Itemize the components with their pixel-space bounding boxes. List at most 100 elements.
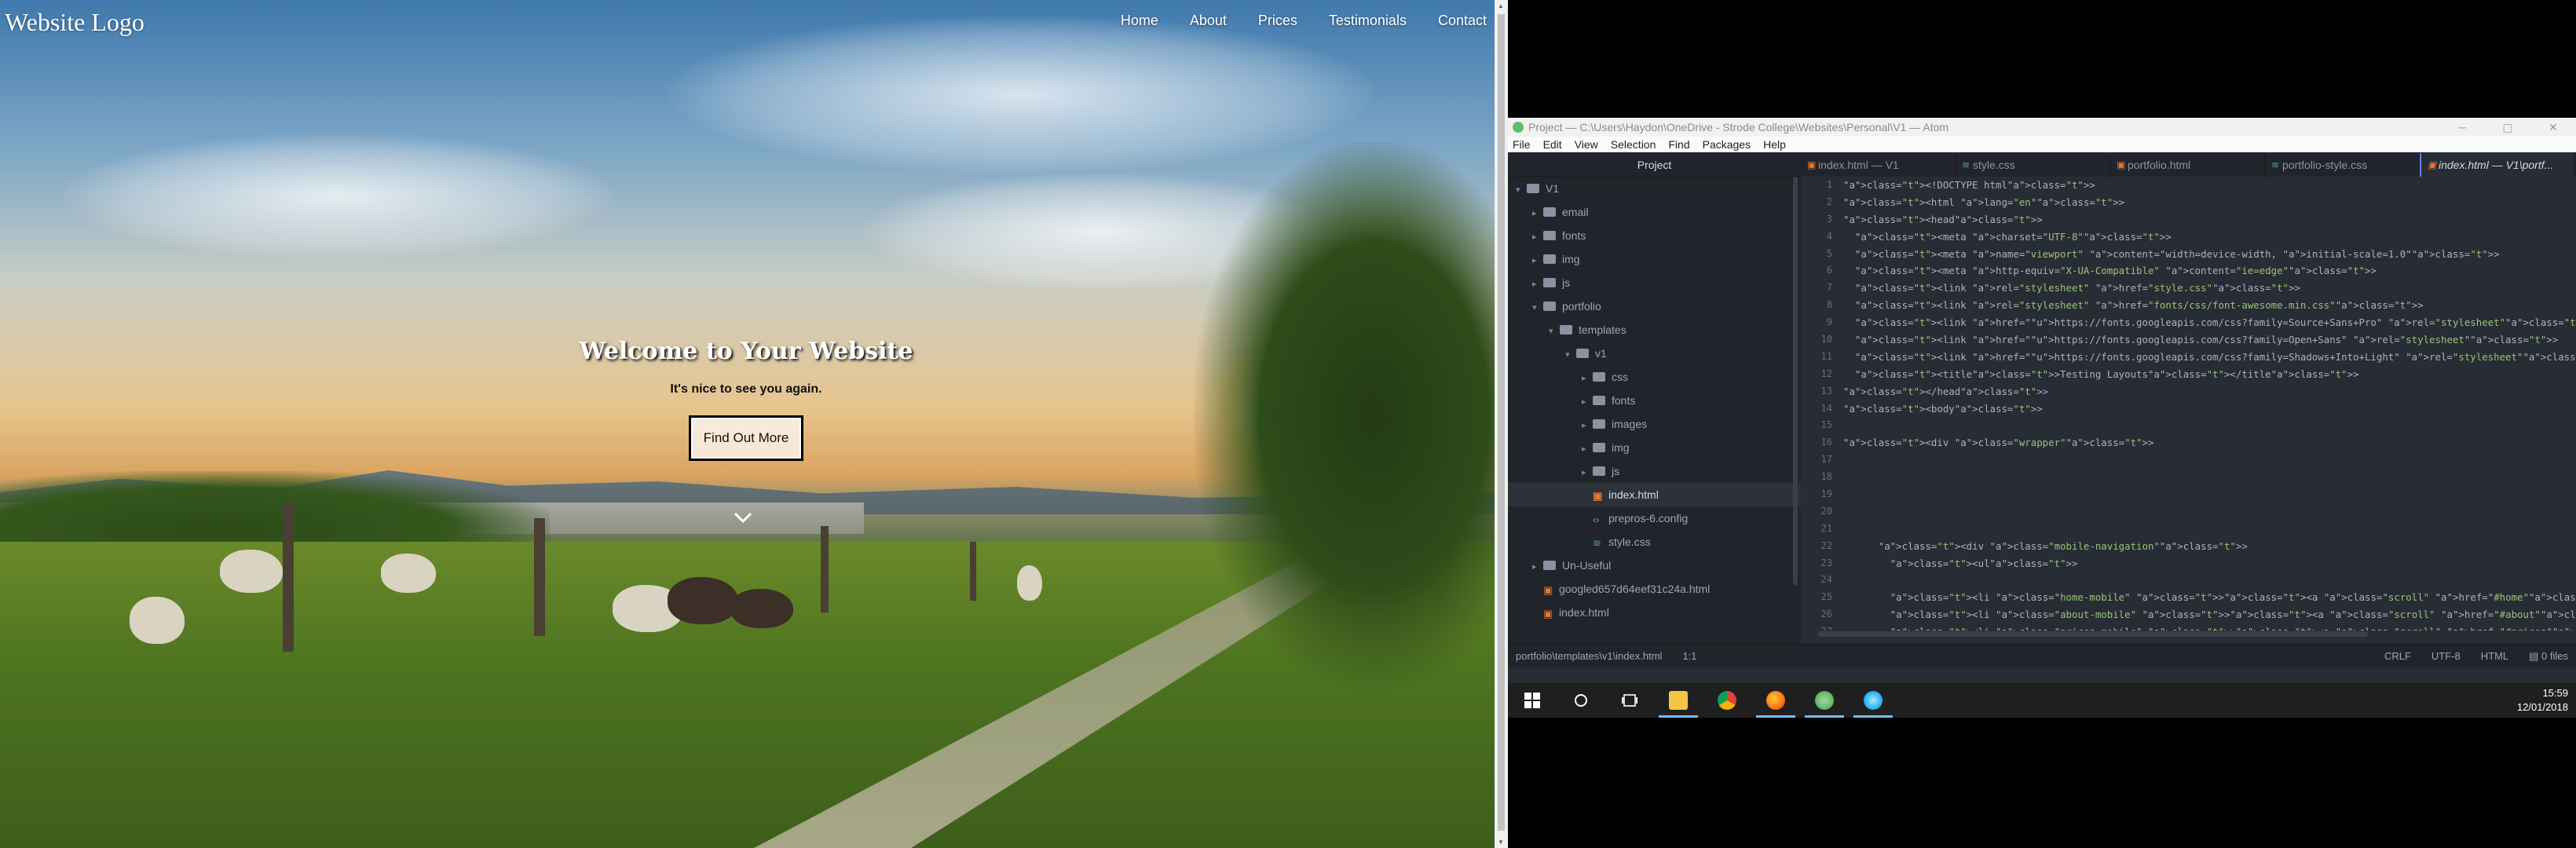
tree-item[interactable]: ▣ googled657d64eef31c24a.html bbox=[1508, 577, 1801, 601]
nav-prices[interactable]: Prices bbox=[1258, 13, 1297, 29]
taskbar-app[interactable] bbox=[1849, 683, 1897, 718]
menu-edit[interactable]: Edit bbox=[1543, 138, 1562, 151]
code-line[interactable] bbox=[1843, 521, 2574, 538]
start-button[interactable] bbox=[1508, 683, 1557, 718]
minimize-icon[interactable]: ─ bbox=[2439, 121, 2485, 134]
menu-selection[interactable]: Selection bbox=[1611, 138, 1656, 151]
code-line[interactable]: "a">class="t"><link "a">href=""u">https:… bbox=[1843, 349, 2576, 366]
chevron-right-icon[interactable]: ▸ bbox=[1582, 461, 1593, 484]
code-area[interactable]: "a">class="t"><!DOCTYPE html"a">class="t… bbox=[1843, 177, 2576, 631]
tree-item[interactable]: ▸ fonts bbox=[1508, 389, 1801, 412]
code-line[interactable]: "a">class="t"><link "a">rel="stylesheet"… bbox=[1843, 280, 2574, 297]
tree-item[interactable]: ▸ js bbox=[1508, 271, 1801, 294]
tree-header[interactable]: Project bbox=[1508, 153, 1801, 177]
tree-item[interactable]: ▾ V1 bbox=[1508, 177, 1801, 200]
status-cursor-position[interactable]: 1:1 bbox=[1682, 650, 1696, 662]
nav-contact[interactable]: Contact bbox=[1438, 13, 1487, 29]
close-icon[interactable]: ✕ bbox=[2530, 121, 2576, 134]
taskbar-atom[interactable] bbox=[1800, 683, 1849, 718]
scroll-up-icon[interactable]: ▲ bbox=[1498, 2, 1504, 9]
chevron-right-icon[interactable]: ▸ bbox=[1582, 437, 1593, 461]
code-line[interactable]: "a">class="t"><div "a">class="wrapper""a… bbox=[1843, 434, 2574, 451]
menu-find[interactable]: Find bbox=[1668, 138, 1689, 151]
website-logo[interactable]: Website Logo bbox=[5, 8, 145, 37]
tree-item[interactable]: ≋ style.css bbox=[1508, 530, 1801, 554]
code-line[interactable]: "a">class="t"><li "a">class="prices-mobi… bbox=[1843, 623, 2576, 631]
tree-item[interactable]: ▸ js bbox=[1508, 459, 1801, 483]
tab-index-v1[interactable]: ▣ index.html — V1 bbox=[1801, 153, 1956, 177]
code-line[interactable]: "a">class="t"><title"a">class="t">>Testi… bbox=[1843, 366, 2574, 383]
chevron-right-icon[interactable]: ▸ bbox=[1532, 249, 1543, 272]
task-view-button[interactable] bbox=[1605, 683, 1654, 718]
tab-index-portfolio[interactable]: ▣ index.html — V1\portf... bbox=[2420, 153, 2574, 177]
chevron-down-icon[interactable]: ▾ bbox=[1549, 320, 1560, 343]
code-line[interactable]: "a">class="t"><!DOCTYPE html"a">class="t… bbox=[1843, 177, 2574, 194]
menu-file[interactable]: File bbox=[1513, 138, 1531, 151]
code-line[interactable]: "a">class="t"><html "a">lang="en""a">cla… bbox=[1843, 194, 2574, 211]
nav-about[interactable]: About bbox=[1190, 13, 1227, 29]
code-line[interactable]: "a">class="t"><link "a">href=""u">https:… bbox=[1843, 314, 2576, 331]
tree-item[interactable]: ‹› prepros-6.config bbox=[1508, 506, 1801, 530]
code-line[interactable]: "a">class="t"><meta "a">http-equiv="X-UA… bbox=[1843, 262, 2574, 280]
tree-item[interactable]: ▸ css bbox=[1508, 365, 1801, 389]
code-line[interactable]: "a">class="t"><li "a">class="about-mobil… bbox=[1843, 606, 2576, 623]
atom-titlebar[interactable]: Project — C:\Users\Haydon\OneDrive - Str… bbox=[1508, 118, 2576, 137]
menu-help[interactable]: Help bbox=[1763, 138, 1786, 151]
code-line[interactable] bbox=[1843, 417, 2574, 434]
tree-item[interactable]: ▾ v1 bbox=[1508, 342, 1801, 365]
menu-packages[interactable]: Packages bbox=[1703, 138, 1751, 151]
website-scrollbar[interactable]: ▲ ▼ bbox=[1495, 0, 1508, 848]
taskbar-clock[interactable]: 15:59 12/01/2018 bbox=[2517, 686, 2576, 715]
code-line[interactable]: "a">class="t"><link "a">rel="stylesheet"… bbox=[1843, 297, 2574, 314]
tree-item[interactable]: ▸ Un-Useful bbox=[1508, 554, 1801, 577]
scrollbar-thumb[interactable] bbox=[1498, 14, 1505, 831]
code-line[interactable]: "a">class="t"><meta "a">name="viewport" … bbox=[1843, 246, 2574, 263]
code-line[interactable] bbox=[1843, 469, 2574, 486]
search-button[interactable] bbox=[1557, 683, 1605, 718]
code-line[interactable] bbox=[1843, 572, 2574, 589]
tree-item[interactable]: ▸ email bbox=[1508, 200, 1801, 224]
nav-testimonials[interactable]: Testimonials bbox=[1329, 13, 1407, 29]
taskbar-firefox[interactable] bbox=[1751, 683, 1800, 718]
tree-item[interactable]: ▸ fonts bbox=[1508, 224, 1801, 247]
code-line[interactable]: "a">class="t"><ul"a">class="t">> bbox=[1843, 555, 2574, 572]
tree-item[interactable]: ▸ img bbox=[1508, 436, 1801, 459]
nav-home[interactable]: Home bbox=[1121, 13, 1158, 29]
code-line[interactable]: "a">class="t"><div "a">class="mobile-nav… bbox=[1843, 538, 2574, 555]
status-files[interactable]: ▤ 0 files bbox=[2529, 650, 2568, 663]
status-encoding[interactable]: UTF-8 bbox=[2431, 650, 2461, 663]
tree-scrollbar[interactable] bbox=[1793, 177, 1798, 585]
code-line[interactable]: "a">class="t"></head"a">class="t">> bbox=[1843, 383, 2574, 400]
menu-view[interactable]: View bbox=[1575, 138, 1598, 151]
chevron-down-icon[interactable] bbox=[732, 506, 754, 528]
tree-item[interactable]: ▸ img bbox=[1508, 247, 1801, 271]
tree-item[interactable]: ▾ portfolio bbox=[1508, 294, 1801, 318]
tab-style-css[interactable]: ≋ style.css bbox=[1956, 153, 2110, 177]
chevron-right-icon[interactable]: ▸ bbox=[1582, 390, 1593, 414]
tree-item[interactable]: ▾ templates bbox=[1508, 318, 1801, 342]
taskbar-chrome[interactable] bbox=[1703, 683, 1751, 718]
chevron-right-icon[interactable]: ▸ bbox=[1532, 555, 1543, 579]
status-line-ending[interactable]: CRLF bbox=[2384, 650, 2411, 663]
chevron-right-icon[interactable]: ▸ bbox=[1532, 225, 1543, 249]
tree-item[interactable]: ▸ images bbox=[1508, 412, 1801, 436]
code-editor[interactable]: 1 2 3 4 5 6 7 8 9 10 11 12 13 14 15 16 17 18 19 20 21 22 23 24 2… bbox=[1801, 177, 2576, 631]
code-line[interactable]: "a">class="t"><meta "a">charset="UTF-8""… bbox=[1843, 228, 2574, 246]
chevron-right-icon[interactable]: ▸ bbox=[1532, 202, 1543, 225]
chevron-right-icon[interactable]: ▸ bbox=[1532, 272, 1543, 296]
code-line[interactable] bbox=[1843, 486, 2574, 503]
chevron-down-icon[interactable]: ▾ bbox=[1532, 296, 1543, 320]
code-line[interactable] bbox=[1843, 503, 2574, 521]
taskbar-file-explorer[interactable] bbox=[1654, 683, 1703, 718]
status-grammar[interactable]: HTML bbox=[2481, 650, 2508, 663]
editor-horizontal-scrollbar[interactable] bbox=[1818, 631, 2368, 637]
code-line[interactable]: "a">class="t"><link "a">href=""u">https:… bbox=[1843, 331, 2574, 349]
chevron-down-icon[interactable]: ▾ bbox=[1516, 178, 1527, 202]
find-out-more-button[interactable]: Find Out More bbox=[688, 415, 804, 461]
scroll-down-icon[interactable]: ▼ bbox=[1498, 839, 1504, 846]
chevron-down-icon[interactable]: ▾ bbox=[1565, 343, 1576, 367]
code-line[interactable]: "a">class="t"><li "a">class="home-mobile… bbox=[1843, 589, 2576, 606]
code-line[interactable]: "a">class="t"><body"a">class="t">> bbox=[1843, 400, 2574, 418]
tab-portfolio-html[interactable]: ▣ portfolio.html bbox=[2110, 153, 2265, 177]
chevron-right-icon[interactable]: ▸ bbox=[1582, 367, 1593, 390]
